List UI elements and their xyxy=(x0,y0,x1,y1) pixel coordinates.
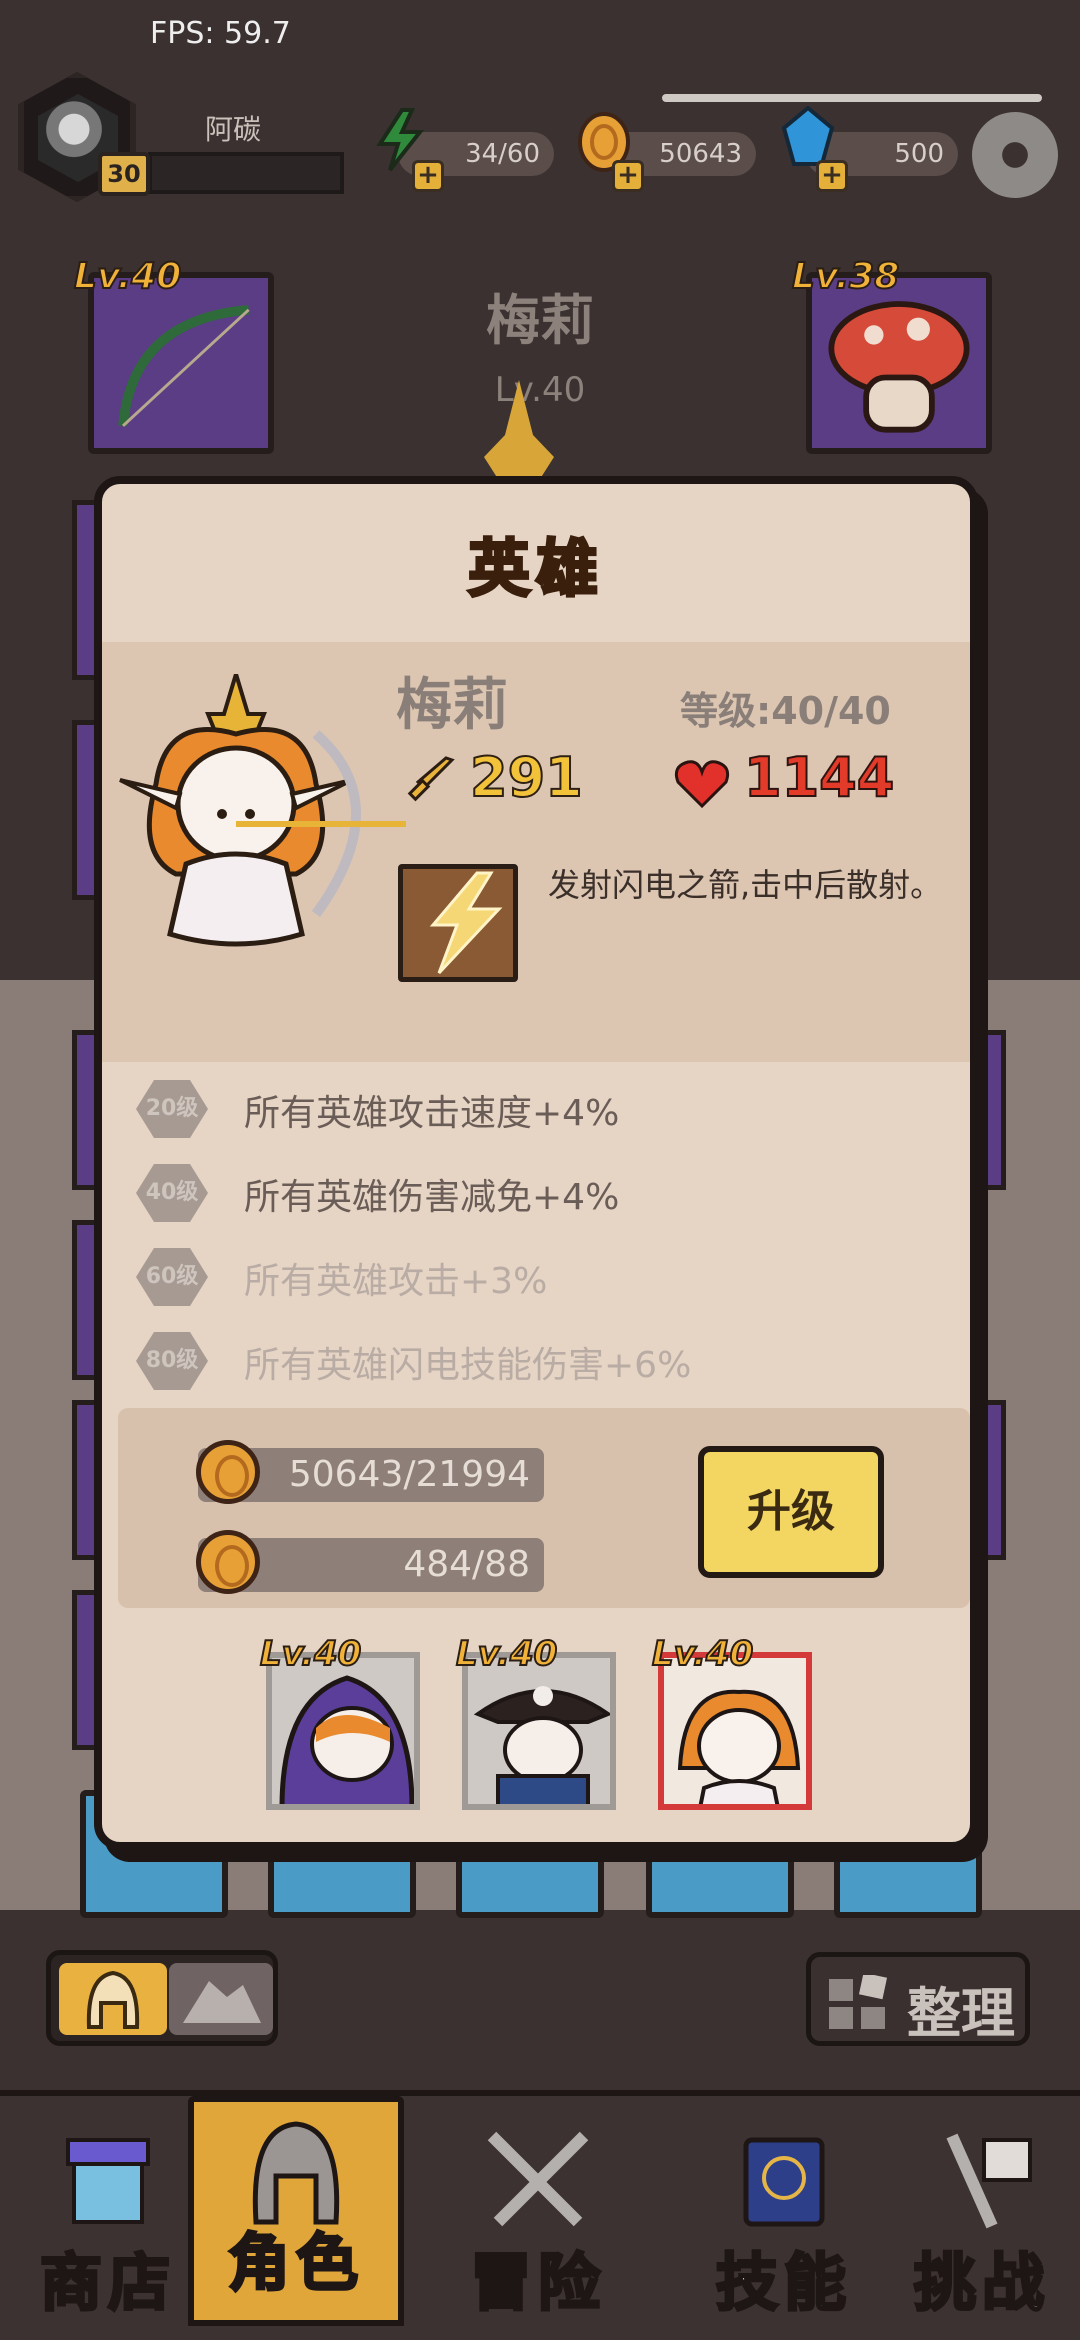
player-name: 阿碳 xyxy=(205,113,262,146)
add-energy-button[interactable]: + xyxy=(412,160,444,192)
hp-value: 1144 xyxy=(743,745,895,810)
rock-filter-tab[interactable] xyxy=(169,1963,273,2035)
lightning-bolt-icon xyxy=(429,871,503,975)
bonus-tier-badge: 80级 xyxy=(136,1332,208,1390)
fps-counter: FPS: 59.7 xyxy=(150,16,291,51)
equip-slot-bow[interactable] xyxy=(88,272,274,454)
attack-value: 291 xyxy=(469,745,584,810)
background-hero-level: Lv.40 xyxy=(494,370,586,410)
equip-slot-mushroom[interactable] xyxy=(806,272,992,454)
rock-icon xyxy=(183,1981,261,2023)
pirate-hero-icon xyxy=(473,1686,610,1804)
sort-button[interactable]: 整理 xyxy=(806,1952,1030,2046)
hero-name: 梅莉 xyxy=(396,673,508,738)
sort-label: 整理 xyxy=(907,1982,1015,2045)
nav-shop[interactable]: 商店 xyxy=(0,2110,216,2340)
archer-hero-icon xyxy=(677,1689,801,1804)
nav-adventure[interactable]: 冒险 xyxy=(430,2110,646,2340)
hero-detail-modal: 英雄 梅莉 等级:40/40 291 1144 发射闪电之箭,击中后散射。 20… xyxy=(94,476,978,1850)
team-hero-level: Lv.40 xyxy=(455,1633,558,1675)
helmet-icon xyxy=(86,1970,140,2029)
spellbook-icon xyxy=(743,2137,825,2227)
sword-icon xyxy=(407,756,455,802)
nav-challenge[interactable]: 挑战 xyxy=(884,2110,1080,2340)
player-level-badge: 30 xyxy=(98,152,150,196)
heart-icon xyxy=(674,760,730,809)
skill-description: 发射闪电之箭,击中后散射。 xyxy=(548,866,943,904)
helmet-filter-tab[interactable] xyxy=(59,1963,167,2035)
equip-slot-level: Lv.40 xyxy=(73,255,182,298)
bonus-tier-badge: 20级 xyxy=(136,1080,208,1138)
view-toggle[interactable] xyxy=(46,1950,278,2046)
upgrade-button[interactable]: 升级 xyxy=(698,1446,884,1578)
bonus-text: 所有英雄闪电技能伤害+6% xyxy=(244,1345,692,1386)
add-gold-button[interactable]: + xyxy=(612,160,644,192)
nav-label: 挑战 xyxy=(912,2245,1050,2321)
team-hero-card-pirate[interactable] xyxy=(462,1652,616,1810)
team-hero-level: Lv.40 xyxy=(651,1633,754,1675)
nav-label: 角色 xyxy=(226,2225,364,2301)
mushroom-icon xyxy=(828,301,970,433)
nav-label: 商店 xyxy=(38,2245,176,2321)
shop-icon xyxy=(66,2138,150,2224)
header-divider xyxy=(662,94,1042,102)
hero-portrait xyxy=(119,674,406,947)
crossed-swords-icon xyxy=(487,2131,589,2227)
hero-level: 等级:40/40 xyxy=(680,689,891,733)
background-hero-name: 梅莉 xyxy=(486,289,594,352)
add-gem-button[interactable]: + xyxy=(816,160,848,192)
xp-bar xyxy=(148,152,344,194)
hero-shard-icon xyxy=(196,1530,260,1594)
modal-title: 英雄 xyxy=(466,531,604,607)
bonus-text: 所有英雄伤害减免+4% xyxy=(244,1177,620,1218)
grid-icon xyxy=(829,1975,888,2029)
nav-character[interactable]: 角色 xyxy=(188,2096,404,2326)
equip-slot-level: Lv.38 xyxy=(791,255,900,298)
settings-gear-icon[interactable] xyxy=(972,112,1058,198)
bonus-text: 所有英雄攻击速度+4% xyxy=(244,1093,620,1134)
bow-icon xyxy=(118,305,250,427)
nav-skills[interactable]: 技能 xyxy=(676,2110,892,2340)
nav-label: 冒险 xyxy=(468,2245,606,2321)
team-hero-card-hooded[interactable] xyxy=(266,1652,420,1810)
hooded-hero-icon xyxy=(279,1675,414,1804)
lightning-arrow-skill-icon[interactable] xyxy=(398,864,518,982)
team-hero-level: Lv.40 xyxy=(259,1633,362,1675)
sword-flag-icon xyxy=(946,2133,1032,2229)
bonus-tier-badge: 60级 xyxy=(136,1248,208,1306)
bonus-tier-badge: 40级 xyxy=(136,1164,208,1222)
team-hero-card-archer[interactable] xyxy=(658,1652,812,1810)
nav-label: 技能 xyxy=(714,2245,852,2321)
gold-coin-icon xyxy=(196,1440,260,1504)
bonus-text: 所有英雄攻击+3% xyxy=(244,1261,548,1302)
